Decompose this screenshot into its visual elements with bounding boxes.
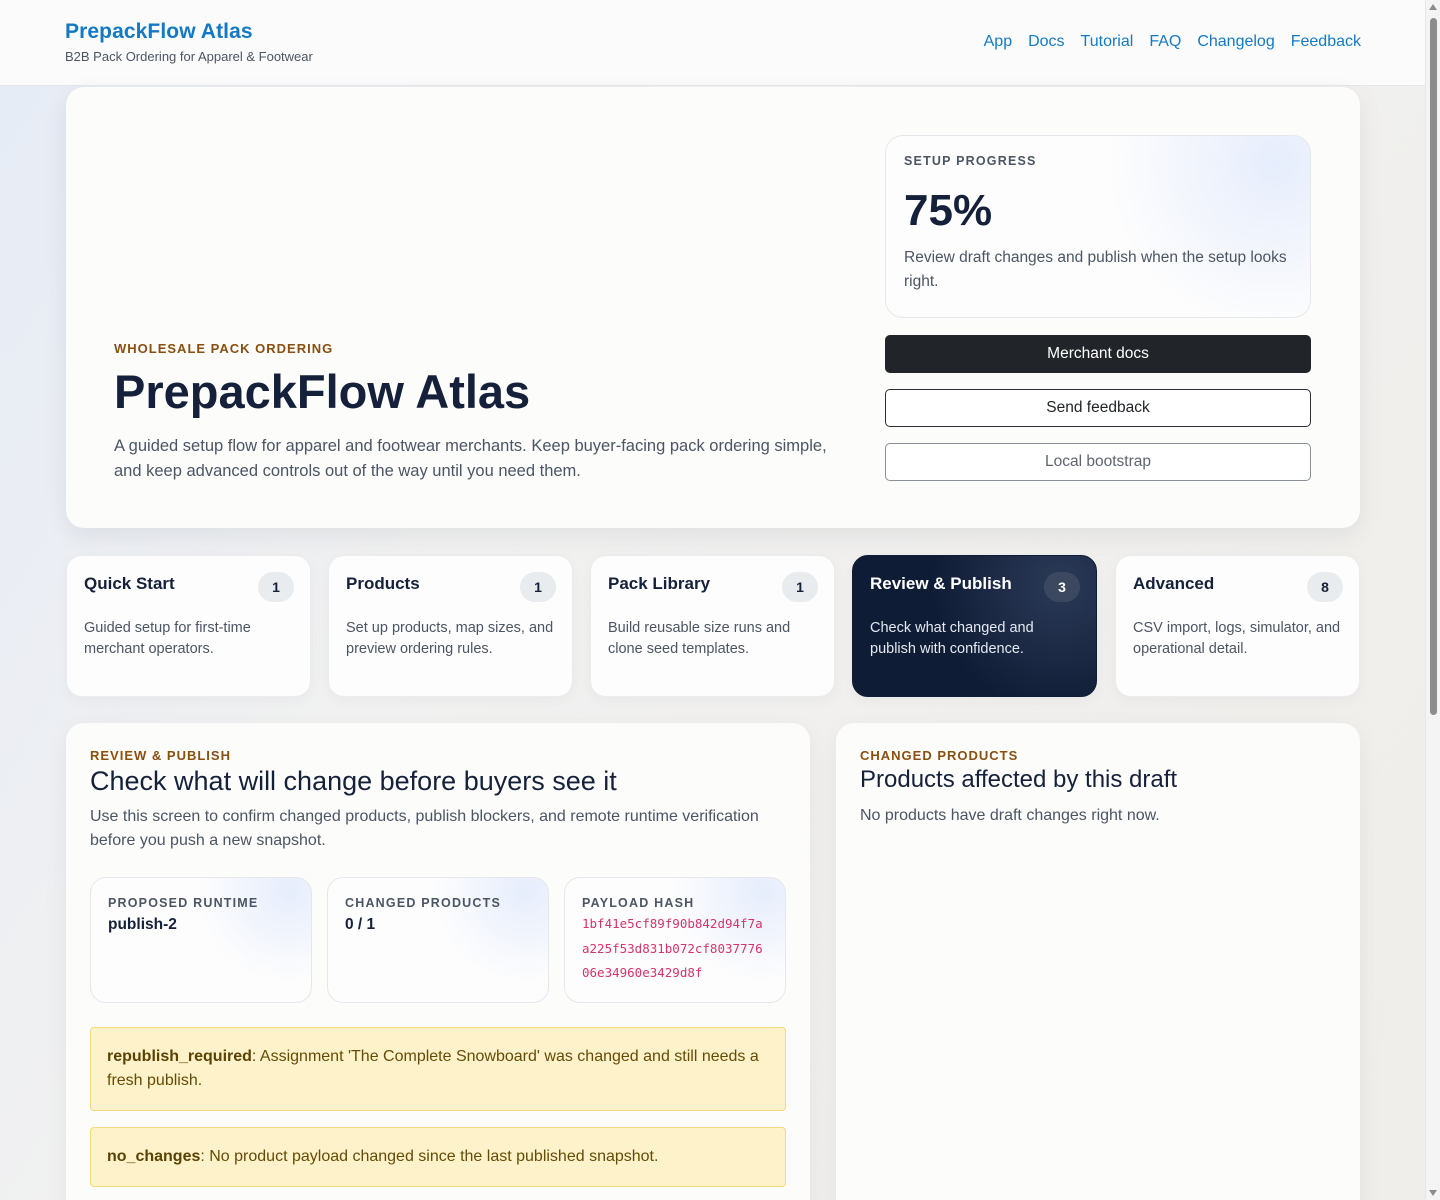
stat-value: 0 / 1 [345,916,376,933]
hero-card: WHOLESALE PACK ORDERING PrepackFlow Atla… [66,87,1360,528]
review-stats: PROPOSED RUNTIME publish-2 CHANGED PRODU… [90,877,786,1003]
tab-advanced[interactable]: Advanced 8 CSV import, logs, simulator, … [1115,555,1360,697]
nav-link-feedback[interactable]: Feedback [1291,33,1361,51]
changed-empty-message: No products have draft changes right now… [860,807,1160,824]
progress-value: 75% [904,186,993,235]
changed-title: Products affected by this draft [860,766,1178,793]
republish-required-alert: republish_required: Assignment 'The Comp… [90,1027,786,1111]
changed-products-stat: CHANGED PRODUCTS 0 / 1 [327,877,549,1003]
no-changes-alert: no_changes: No product payload changed s… [90,1127,786,1187]
hero-intro: WHOLESALE PACK ORDERING PrepackFlow Atla… [114,341,854,484]
tab-count-badge: 1 [258,572,294,602]
nav-link-changelog[interactable]: Changelog [1197,33,1274,51]
tab-pack-library[interactable]: Pack Library 1 Build reusable size runs … [590,555,835,697]
review-eyebrow: REVIEW & PUBLISH [90,748,231,763]
stat-label: CHANGED PRODUCTS [345,896,502,910]
proposed-runtime-stat: PROPOSED RUNTIME publish-2 [90,877,312,1003]
payload-hash-value: 1bf41e5cf89f90b842d94f7aa225f53d831b072c… [582,916,763,980]
tab-count-badge: 1 [782,572,818,602]
brand-subtitle: B2B Pack Ordering for Apparel & Footwear [65,49,313,64]
tab-description: Set up products, map sizes, and preview … [346,620,554,657]
tab-count-badge: 8 [1307,572,1343,602]
top-nav: App Docs Tutorial FAQ Changelog Feedback [984,33,1361,51]
page-scrollbar[interactable] [1425,0,1440,1200]
top-header: PrepackFlow Atlas B2B Pack Ordering for … [0,0,1425,86]
hero-title: PrepackFlow Atlas [114,365,531,418]
brand-title[interactable]: PrepackFlow Atlas [65,20,313,44]
changed-eyebrow: CHANGED PRODUCTS [860,748,1019,763]
stat-label: PROPOSED RUNTIME [108,896,259,910]
send-feedback-button[interactable]: Send feedback [885,389,1311,427]
nav-link-faq[interactable]: FAQ [1149,33,1181,51]
progress-description: Review draft changes and publish when th… [904,249,1287,290]
tab-description: CSV import, logs, simulator, and operati… [1133,620,1341,657]
stat-label: PAYLOAD HASH [582,896,695,910]
nav-link-app[interactable]: App [984,33,1012,51]
changed-products-panel: CHANGED PRODUCTS Products affected by th… [836,723,1360,1200]
tab-description: Build reusable size runs and clone seed … [608,620,791,657]
scroll-up-icon[interactable] [1429,4,1437,10]
nav-link-docs[interactable]: Docs [1028,33,1064,51]
scrollbar-thumb[interactable] [1430,18,1437,715]
tab-review-publish[interactable]: Review & Publish 3 Check what changed an… [852,555,1097,697]
review-description: Use this screen to confirm changed produ… [90,808,759,849]
tab-description: Guided setup for first-time merchant ope… [84,620,251,657]
alert-code: republish_required [107,1048,252,1065]
local-bootstrap-button[interactable]: Local bootstrap [885,443,1311,481]
stat-value: publish-2 [108,916,177,933]
review-title: Check what will change before buyers see… [90,766,617,796]
hero-description: A guided setup flow for apparel and foot… [114,436,827,480]
payload-hash-stat: PAYLOAD HASH 1bf41e5cf89f90b842d94f7aa22… [564,877,786,1003]
hero-eyebrow: WHOLESALE PACK ORDERING [114,341,334,356]
brand[interactable]: PrepackFlow Atlas B2B Pack Ordering for … [65,20,313,64]
merchant-docs-button[interactable]: Merchant docs [885,335,1311,373]
alert-code: no_changes [107,1148,201,1165]
tab-quick-start[interactable]: Quick Start 1 Guided setup for first-tim… [66,555,311,697]
nav-link-tutorial[interactable]: Tutorial [1081,33,1134,51]
setup-progress-card: SETUP PROGRESS 75% Review draft changes … [885,135,1311,318]
review-publish-panel: REVIEW & PUBLISH Check what will change … [66,723,810,1200]
alert-message: : No product payload changed since the l… [200,1148,659,1165]
scroll-down-icon[interactable] [1429,1190,1437,1196]
tab-products[interactable]: Products 1 Set up products, map sizes, a… [328,555,573,697]
tab-count-badge: 3 [1044,572,1080,602]
tab-count-badge: 1 [520,572,556,602]
progress-label: SETUP PROGRESS [904,154,1037,168]
tab-description: Check what changed and publish with conf… [870,620,1034,657]
